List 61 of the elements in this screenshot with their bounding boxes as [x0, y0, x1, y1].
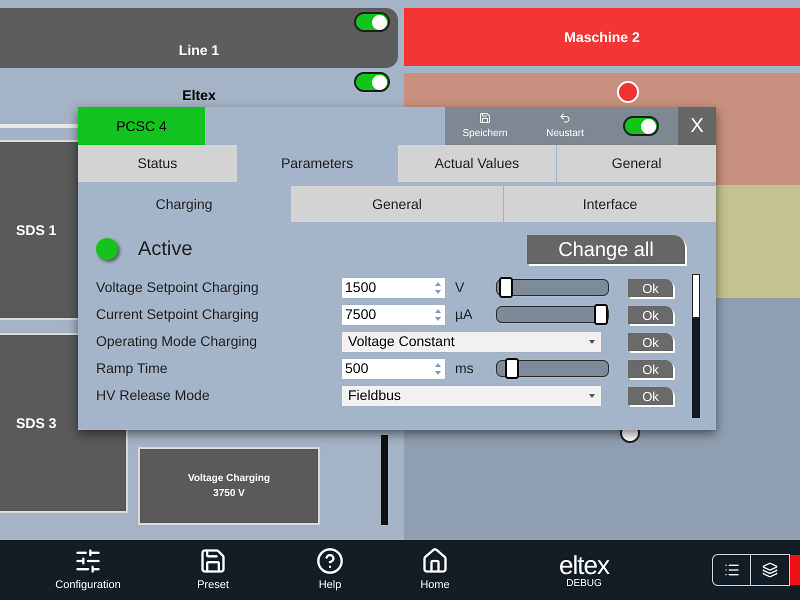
slider-thumb[interactable] — [594, 304, 608, 325]
subtab[interactable]: General — [291, 186, 503, 222]
unit-label: µA — [454, 305, 474, 324]
machine-card[interactable]: Maschine 2 — [404, 8, 800, 66]
help-icon — [316, 546, 344, 575]
group-title: Eltex — [182, 88, 216, 102]
dropdown-field[interactable]: Voltage Constant — [342, 332, 601, 352]
toolbar-button[interactable]: Speichern — [445, 112, 525, 140]
ok-button[interactable]: Ok — [628, 278, 673, 296]
ok-button[interactable]: Ok — [628, 332, 673, 350]
slider-track[interactable] — [496, 306, 609, 323]
home-icon — [421, 546, 449, 575]
close-button[interactable]: X — [678, 107, 716, 145]
dropdown-caret-icon — [589, 340, 595, 344]
save-icon — [479, 112, 491, 124]
subtab[interactable]: Interface — [504, 186, 716, 222]
spinner-icon[interactable] — [433, 306, 443, 322]
list-icon — [724, 562, 740, 578]
ok-button[interactable]: Ok — [628, 386, 673, 404]
tab[interactable]: Actual Values — [398, 145, 556, 182]
layers-icon — [762, 562, 778, 578]
slider-track[interactable] — [496, 279, 609, 296]
toggle-switch[interactable] — [354, 72, 390, 92]
dialog-title: PCSC 4 — [78, 107, 205, 145]
scrollbar[interactable] — [692, 274, 700, 418]
voltage-tile[interactable]: Voltage Charging 3750 V — [138, 447, 320, 525]
save-icon — [199, 546, 227, 575]
slider-thumb[interactable] — [504, 358, 519, 379]
number-field[interactable]: 1500 — [342, 278, 445, 298]
slider-thumb[interactable] — [498, 277, 513, 298]
unit-label: V — [454, 278, 466, 297]
number-field[interactable]: 500 — [342, 358, 445, 378]
line-card[interactable]: Line 1 — [0, 8, 398, 68]
number-field[interactable]: 7500 — [342, 304, 445, 324]
nav-button[interactable]: Configuration — [43, 546, 133, 594]
dropdown-field[interactable]: Fieldbus — [342, 386, 601, 406]
spinner-icon[interactable] — [433, 280, 443, 296]
undo-arrow-icon — [559, 112, 571, 124]
active-label: Active — [138, 237, 192, 262]
tab[interactable]: Status — [78, 145, 237, 182]
toggle-switch[interactable] — [623, 116, 659, 136]
logo-subtitle: DEBUG — [566, 578, 602, 588]
spinner-icon[interactable] — [433, 360, 443, 376]
dropdown-caret-icon — [589, 394, 595, 398]
nav-button[interactable]: Home — [390, 546, 480, 594]
line-title: Line 1 — [178, 41, 220, 60]
change-all-button[interactable]: Change all — [527, 234, 685, 264]
voltage-value: 3750 V — [213, 487, 245, 501]
tab[interactable]: General — [557, 145, 716, 182]
toolbar-button[interactable]: Neustart — [525, 112, 605, 140]
unit-label: ms — [454, 359, 475, 378]
logo-text: eltex — [559, 552, 609, 578]
slider-track[interactable] — [496, 360, 609, 377]
voltage-caption: Voltage Charging — [188, 472, 270, 486]
nav-button[interactable]: Preset — [168, 546, 258, 594]
sliders-icon — [74, 546, 102, 575]
tab[interactable]: Parameters — [238, 145, 396, 182]
ok-button[interactable]: Ok — [628, 360, 673, 378]
nav-button[interactable]: Help — [285, 546, 375, 594]
toggle-switch[interactable] — [354, 12, 390, 32]
ok-button[interactable]: Ok — [628, 306, 673, 324]
